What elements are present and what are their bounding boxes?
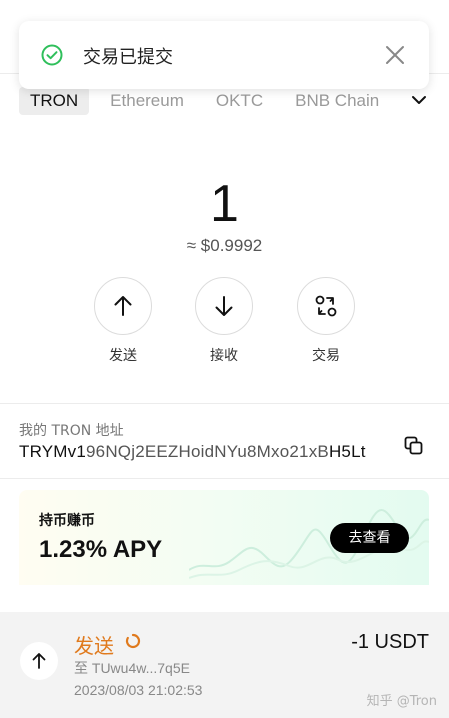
arrow-up-icon xyxy=(114,296,132,316)
receive-label: 接收 xyxy=(210,348,238,364)
copy-icon[interactable] xyxy=(404,436,424,456)
swap-icon xyxy=(315,295,337,317)
wallet-address[interactable]: TRYMv196NQj2EEZHoidNYu8Mxo21xBH5Lt xyxy=(19,442,366,462)
section-divider xyxy=(0,403,449,404)
arrow-up-icon xyxy=(32,653,46,669)
tx-type: 发送 xyxy=(74,634,114,658)
tab-ethereum[interactable]: Ethereum xyxy=(99,87,195,115)
earn-title: 持币赚币 xyxy=(39,513,95,529)
receive-button[interactable]: 接收 xyxy=(194,277,254,365)
swap-button[interactable]: 交易 xyxy=(296,277,356,365)
toast-notification: 交易已提交 xyxy=(19,21,429,89)
tx-recipient: 至 TUwu4w...7q5E xyxy=(74,658,190,678)
address-suffix: H5Lt xyxy=(328,442,366,461)
transaction-row[interactable]: 发送 至 TUwu4w...7q5E 2023/08/03 21:02:53 -… xyxy=(0,612,449,718)
tx-timestamp: 2023/08/03 21:02:53 xyxy=(74,682,203,698)
toast-message: 交易已提交 xyxy=(83,47,173,68)
fiat-value: ≈ $0.9992 xyxy=(186,236,263,255)
tab-bnb-chain[interactable]: BNB Chain xyxy=(284,87,390,115)
tx-to-prefix: 至 xyxy=(74,661,88,677)
address-middle: 96NQj2EEZHoidNYu8Mxo21xB xyxy=(86,442,329,461)
close-icon[interactable] xyxy=(384,44,406,66)
tab-oktc[interactable]: OKTC xyxy=(205,87,274,115)
tx-direction xyxy=(20,642,58,680)
arrow-down-icon xyxy=(215,296,233,316)
address-label: 我的 TRON 地址 xyxy=(19,423,124,439)
tx-to-address: TUwu4w...7q5E xyxy=(91,660,190,676)
watermark: 知乎 @Tron xyxy=(366,694,437,709)
send-button[interactable]: 发送 xyxy=(93,277,153,365)
chevron-down-icon[interactable] xyxy=(410,91,428,109)
address-prefix: TRYMv1 xyxy=(19,442,87,461)
earn-banner[interactable]: 持币赚币 1.23% APY 去查看 xyxy=(19,490,429,585)
pending-spinner-icon xyxy=(125,633,141,649)
tab-tron[interactable]: TRON xyxy=(19,87,90,115)
network-tabs: TRON Ethereum OKTC BNB Chain xyxy=(19,87,400,115)
check-circle-icon xyxy=(41,44,63,66)
earn-apy: 1.23% APY xyxy=(39,536,163,563)
send-label: 发送 xyxy=(109,348,137,364)
tx-amount: -1 USDT xyxy=(351,631,429,653)
swap-label: 交易 xyxy=(312,348,340,364)
token-balance: 1 xyxy=(210,175,239,233)
section-divider xyxy=(0,478,449,479)
view-earn-button[interactable]: 去查看 xyxy=(330,523,409,553)
